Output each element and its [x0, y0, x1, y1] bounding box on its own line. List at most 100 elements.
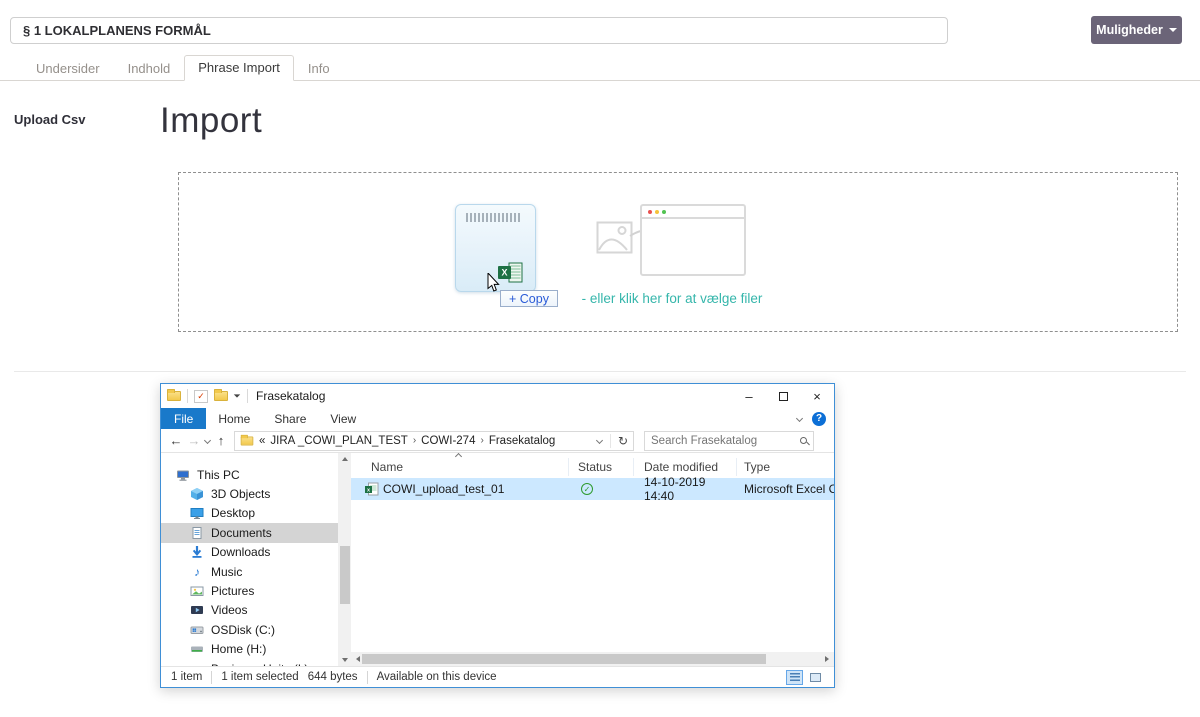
3d-objects-icon [190, 487, 204, 501]
quick-access-check-icon[interactable]: ✓ [194, 390, 208, 403]
section-divider [14, 371, 1186, 372]
file-date-cell: 14-10-2019 14:40 [634, 475, 737, 503]
nav-item-home-drive[interactable]: Home (H:) [161, 640, 338, 659]
ribbon-tab-share[interactable]: Share [262, 408, 318, 429]
nav-item-desktop[interactable]: Desktop [161, 504, 338, 523]
nav-item-pictures[interactable]: Pictures [161, 581, 338, 600]
nav-item-music[interactable]: ♪ Music [161, 562, 338, 581]
page: Muligheder Undersider Indhold Phrase Imp… [0, 0, 1200, 717]
app-folder-icon [167, 391, 181, 401]
thumbnail-view-icon [810, 673, 821, 682]
address-box[interactable]: « JIRA _COWI_PLAN_TEST › COWI-274 › Fras… [234, 431, 634, 451]
explorer-body: This PC 3D Objects Desktop Documents Dow… [161, 453, 834, 666]
downloads-icon [190, 545, 204, 559]
disk-drive-icon [190, 623, 204, 637]
breadcrumb-item[interactable]: Frasekatalog [489, 435, 555, 447]
search-input[interactable] [651, 435, 796, 447]
desktop-icon [190, 506, 204, 520]
browse-files-link[interactable]: - eller klik her for at vælge filer [582, 291, 763, 306]
ribbon-tab-home[interactable]: Home [206, 408, 262, 429]
tab-phrase-import[interactable]: Phrase Import [184, 55, 294, 81]
tab-bar: Undersider Indhold Phrase Import Info [0, 55, 1200, 81]
file-list: Name Status Date modified Type x COWI_up… [351, 453, 834, 652]
address-dropdown-icon[interactable] [596, 437, 603, 444]
upload-csv-label: Upload Csv [14, 112, 86, 127]
nav-item-label: This PC [197, 468, 240, 482]
ribbon-right-controls: ? [797, 408, 834, 429]
page-title-input[interactable] [10, 17, 948, 44]
tab-undersider[interactable]: Undersider [22, 57, 114, 80]
ribbon-tab-view[interactable]: View [318, 408, 368, 429]
refresh-button[interactable]: ↻ [610, 434, 628, 448]
nav-item-label: Music [211, 565, 242, 579]
quick-access-caret-icon[interactable] [234, 394, 240, 397]
maximize-button[interactable] [766, 384, 800, 408]
thumbnail-view-button[interactable] [807, 670, 824, 685]
file-explorer-window: ✓ Frasekatalog – × File Home Share View … [160, 383, 835, 688]
nav-item-label: Documents [211, 526, 272, 540]
nav-scrollbar-thumb[interactable] [340, 546, 350, 604]
status-separator [367, 671, 368, 684]
import-heading: Import [160, 101, 262, 141]
network-drive-icon [190, 662, 204, 666]
status-separator [211, 671, 212, 684]
breadcrumb-item[interactable]: JIRA _COWI_PLAN_TEST [270, 435, 407, 447]
scroll-right-icon[interactable] [820, 652, 834, 666]
options-button[interactable]: Muligheder [1091, 16, 1182, 44]
breadcrumb-prefix: « [259, 435, 265, 447]
search-box [644, 431, 814, 451]
column-header-status[interactable]: Status [569, 458, 634, 476]
up-button[interactable]: ↑ [212, 433, 230, 448]
search-icon[interactable] [800, 437, 807, 444]
nav-item-business-units-drive[interactable]: Business Units (I:) [161, 659, 338, 666]
view-toggle-buttons [786, 670, 824, 685]
help-button[interactable]: ? [812, 412, 826, 426]
excel-csv-file-icon: x [364, 482, 379, 496]
file-name-cell: x COWI_upload_test_01 [351, 482, 569, 496]
recent-locations-icon[interactable] [204, 437, 211, 444]
tab-indhold[interactable]: Indhold [114, 57, 185, 80]
yellow-dot-icon [655, 210, 659, 214]
selection-count: 1 item selected [221, 671, 298, 683]
pictures-icon [190, 584, 204, 598]
minimize-button[interactable]: – [732, 384, 766, 408]
column-header-type[interactable]: Type [737, 458, 834, 476]
nav-item-label: OSDisk (C:) [211, 623, 275, 637]
column-header-name[interactable]: Name [351, 458, 569, 476]
scroll-up-icon[interactable] [338, 453, 351, 465]
nav-item-label: Videos [211, 603, 247, 617]
breadcrumb-item[interactable]: COWI-274 [421, 435, 475, 447]
explorer-titlebar[interactable]: ✓ Frasekatalog – × [161, 384, 834, 408]
close-button[interactable]: × [800, 384, 834, 408]
address-right-controls: ↻ [597, 434, 628, 448]
green-dot-icon [662, 210, 666, 214]
collapse-ribbon-icon[interactable] [796, 415, 803, 422]
nav-item-documents[interactable]: Documents [161, 523, 338, 542]
nav-scrollbar[interactable] [338, 453, 351, 666]
scroll-down-icon[interactable] [338, 654, 351, 666]
nav-item-label: Pictures [211, 584, 254, 598]
nav-item-osdisk[interactable]: OSDisk (C:) [161, 620, 338, 639]
file-row[interactable]: x COWI_upload_test_01 ✓ 14-10-2019 14:40… [351, 478, 834, 500]
navigation-pane: This PC 3D Objects Desktop Documents Dow… [161, 453, 338, 666]
address-bar: ← → ↑ « JIRA _COWI_PLAN_TEST › COWI-274 … [161, 429, 834, 453]
nav-item-this-pc[interactable]: This PC [161, 465, 338, 484]
back-button[interactable]: ← [167, 433, 185, 448]
nav-item-3d-objects[interactable]: 3D Objects [161, 484, 338, 503]
horizontal-scrollbar[interactable] [351, 652, 834, 666]
status-synced-icon: ✓ [581, 483, 593, 495]
nav-item-downloads[interactable]: Downloads [161, 543, 338, 562]
column-header-date-modified[interactable]: Date modified [634, 458, 737, 476]
details-view-button[interactable] [786, 670, 803, 685]
file-list-pane: Name Status Date modified Type x COWI_up… [351, 453, 834, 666]
quick-access-folder-icon[interactable] [214, 391, 228, 401]
horizontal-scrollbar-thumb[interactable] [362, 654, 766, 664]
documents-icon [190, 526, 204, 540]
forward-button[interactable]: → [185, 433, 203, 448]
ribbon-tab-file[interactable]: File [161, 408, 206, 429]
window-title: Frasekatalog [256, 389, 325, 403]
tab-info[interactable]: Info [294, 57, 344, 80]
file-name: COWI_upload_test_01 [383, 482, 504, 496]
nav-item-videos[interactable]: Videos [161, 601, 338, 620]
maximize-icon [779, 392, 788, 401]
